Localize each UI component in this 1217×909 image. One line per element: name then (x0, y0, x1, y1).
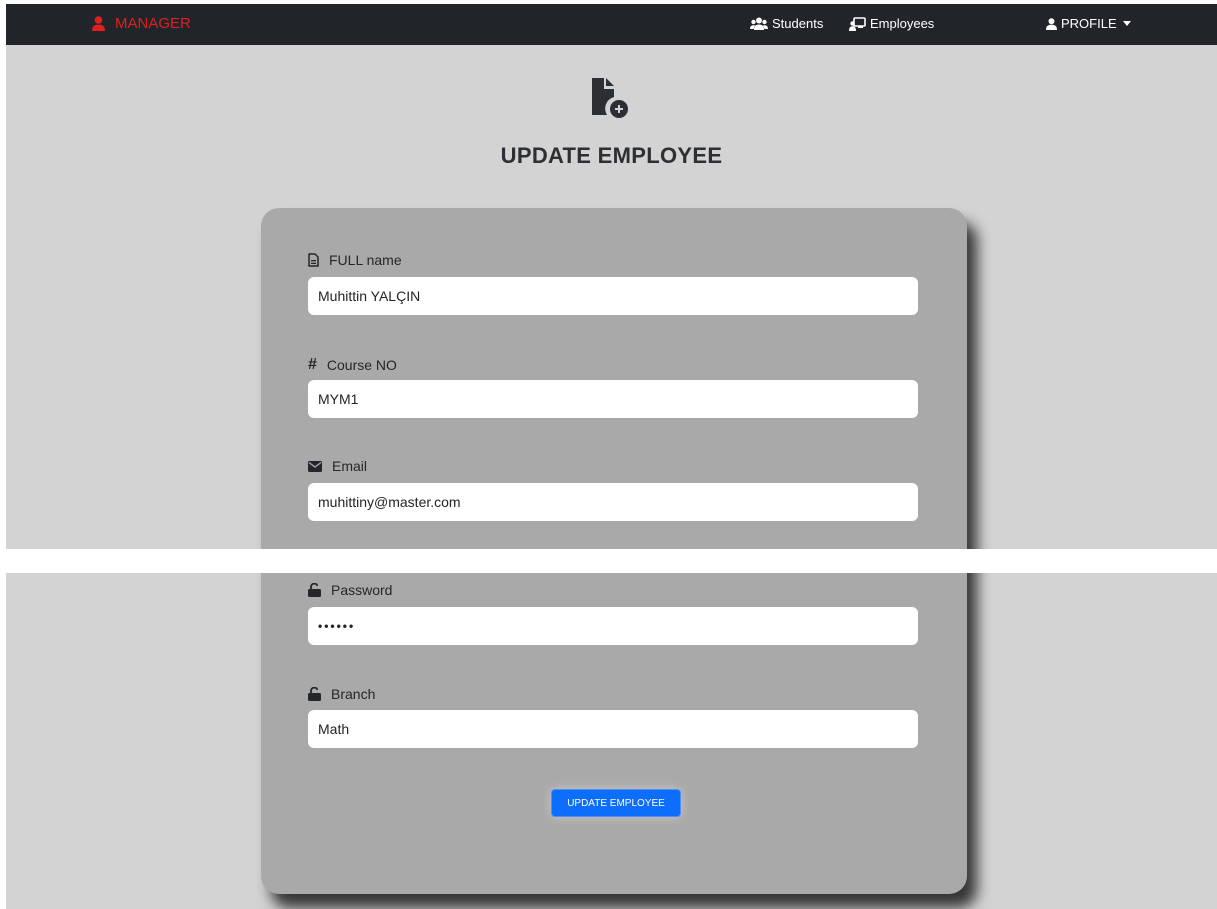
branch-input[interactable] (308, 710, 918, 748)
brand-link[interactable]: MANAGER (92, 15, 191, 32)
page-view-top: MANAGER Students Employees PROFILE UPDAT… (6, 4, 1217, 549)
file-lines-icon (308, 253, 319, 267)
course-no-label-text: Course NO (326, 357, 397, 373)
password-input[interactable] (308, 607, 918, 645)
nav-students[interactable]: Students (750, 16, 823, 31)
brand-label: MANAGER (115, 15, 191, 32)
page-view-bottom: Password Branch UPDATE EMPLOYEE (6, 573, 1217, 909)
nav-students-label: Students (772, 16, 824, 31)
file-circle-plus-icon (592, 78, 628, 118)
update-form-card: FULL name # Course NO Email (261, 208, 967, 549)
hashtag-icon: # (308, 356, 317, 373)
branch-label: Branch (308, 686, 375, 702)
lock-open-icon (308, 583, 321, 597)
branch-label-text: Branch (331, 686, 376, 702)
email-input[interactable] (308, 483, 918, 521)
email-label: Email (308, 458, 367, 474)
nav-employees-label: Employees (870, 16, 935, 31)
full-name-label-text: FULL name (329, 252, 402, 268)
update-form-card-continued: Password Branch UPDATE EMPLOYEE (261, 573, 967, 894)
email-label-text: Email (332, 458, 368, 474)
password-label: Password (308, 582, 392, 598)
envelope-icon (308, 460, 322, 472)
update-employee-button[interactable]: UPDATE EMPLOYEE (551, 789, 681, 817)
user-icon (92, 16, 105, 31)
nav-profile-label: PROFILE (1061, 16, 1117, 31)
page-title: UPDATE EMPLOYEE (500, 143, 723, 168)
user-icon (1046, 17, 1057, 30)
full-name-label: FULL name (308, 252, 402, 268)
chevron-down-icon (1122, 21, 1131, 26)
course-no-label: # Course NO (308, 356, 397, 374)
full-name-input[interactable] (308, 277, 918, 315)
chalkboard-user-icon (849, 16, 866, 31)
nav-profile-dropdown[interactable]: PROFILE (1046, 16, 1131, 31)
password-label-text: Password (331, 582, 393, 598)
top-navbar: MANAGER Students Employees PROFILE (6, 4, 1217, 45)
course-no-input[interactable] (308, 380, 918, 418)
nav-employees[interactable]: Employees (849, 16, 934, 31)
lock-open-icon (308, 687, 321, 701)
users-icon (750, 17, 768, 30)
